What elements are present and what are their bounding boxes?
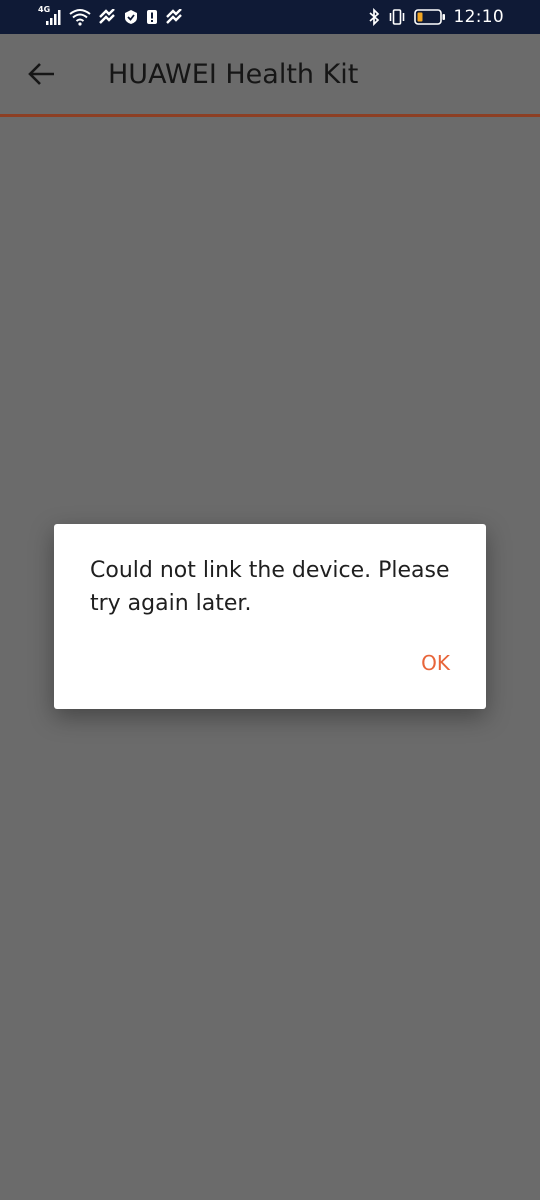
dialog-message: Could not link the device. Please try ag… bbox=[90, 558, 450, 616]
status-right-icons: 12:10 bbox=[368, 6, 505, 28]
battery-icon bbox=[413, 9, 445, 25]
app-bar-divider bbox=[0, 114, 540, 117]
status-bar: 4G 12:10 bbox=[0, 0, 540, 34]
alert-icon bbox=[147, 10, 157, 24]
app-notification-icon bbox=[166, 9, 182, 24]
status-left-icons: 4G bbox=[38, 5, 183, 27]
page-title: HUAWEI Health Kit bbox=[108, 59, 359, 90]
network-type-label: 4G bbox=[38, 5, 51, 14]
wifi-icon bbox=[69, 9, 91, 26]
error-dialog: Could not link the device. Please try ag… bbox=[54, 524, 486, 709]
shield-icon bbox=[125, 10, 137, 24]
arrow-left-icon bbox=[28, 63, 54, 85]
vibrate-icon bbox=[389, 9, 404, 25]
signal-icon: 4G bbox=[38, 5, 62, 26]
back-button[interactable] bbox=[26, 60, 58, 88]
status-clock: 12:10 bbox=[453, 7, 504, 27]
screen: 4G 12:10 HUAWEI Health Kit Could not lin… bbox=[0, 0, 540, 1200]
app-notification-icon bbox=[99, 9, 115, 24]
ok-button[interactable]: OK bbox=[386, 644, 450, 682]
app-bar: HUAWEI Health Kit bbox=[0, 34, 540, 114]
bluetooth-icon bbox=[368, 8, 379, 26]
